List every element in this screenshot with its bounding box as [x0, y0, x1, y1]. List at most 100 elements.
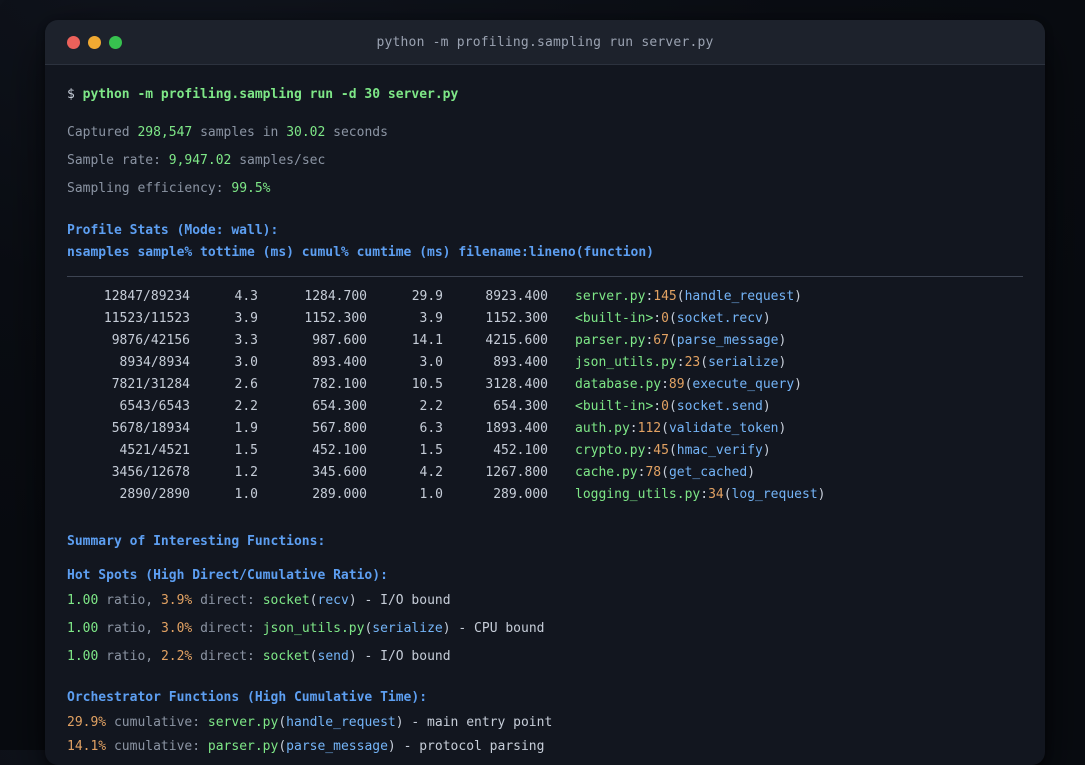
function-name: handle_request — [684, 289, 795, 304]
lparen: ( — [668, 311, 677, 326]
nsamples-cell: 3456/12678 — [111, 465, 190, 480]
nsamples-cell: 12847/89234 — [103, 289, 190, 304]
minimize-button[interactable] — [88, 35, 101, 49]
module-name: parser.py — [207, 739, 279, 754]
title-bar: python -m profiling.sampling run server.… — [45, 20, 1045, 65]
function-name: handle_request — [286, 715, 396, 730]
function-cell: <built-in>:0(socket.recv) — [575, 308, 771, 330]
filename: <built-in> — [575, 311, 654, 326]
table-row: 5678/18934 1.9 567.800 6.3 1893.400 auth.py:1… — [67, 418, 1023, 440]
cumtime-cell: 1267.800 — [485, 465, 548, 480]
bound-note: - I/O bound — [364, 649, 451, 664]
cumtime-cell: 4215.600 — [485, 333, 548, 348]
function-name: validate_token — [668, 421, 779, 436]
sample-pct-cell: 2.2 — [234, 399, 258, 414]
lineno: 0 — [661, 311, 669, 326]
cumul-pct-cell: 29.9 — [411, 289, 443, 304]
filename: logging_utils.py — [575, 487, 701, 502]
filename: <built-in> — [575, 399, 654, 414]
sample-pct-cell: 1.9 — [234, 421, 258, 436]
table-row: 9876/42156 3.3 987.600 14.1 4215.600 parser.p… — [67, 330, 1023, 352]
function-name: socket.send — [676, 399, 763, 414]
rparen: ) — [778, 355, 787, 370]
function-cell: <built-in>:0(socket.send) — [575, 396, 771, 418]
colon: : — [629, 421, 638, 436]
profile-stats-title: Profile Stats (Mode: wall): — [67, 223, 279, 238]
rparen: ) — [778, 333, 787, 348]
sample-rate-label: Sample rate: — [67, 153, 161, 168]
tottime-cell: 289.000 — [312, 487, 367, 502]
function-cell: server.py:145(handle_request) — [575, 286, 802, 308]
sample-pct-cell: 4.3 — [234, 289, 258, 304]
function-name: serialize — [372, 621, 443, 636]
lparen: ( — [668, 333, 677, 348]
function-name: parse_message — [676, 333, 779, 348]
efficiency-line: Sampling efficiency: 99.5% — [67, 180, 1023, 198]
cumtime-cell: 8923.400 — [485, 289, 548, 304]
orchestrator-note: - protocol parsing — [403, 739, 545, 754]
hot-spot-item: 1.00 ratio, 3.0% direct: json_utils.py(s… — [67, 620, 1023, 638]
cumulative-pct-value: 29.9% — [67, 715, 107, 730]
direct-label: direct: — [200, 621, 255, 636]
cumul-pct-cell: 6.3 — [419, 421, 443, 436]
sample-rate-line: Sample rate: 9,947.02 samples/sec — [67, 152, 1023, 170]
lineno: 89 — [668, 377, 685, 392]
sample-pct-cell: 1.0 — [234, 487, 258, 502]
table-row: 7821/31284 2.6 782.100 10.5 3128.400 database… — [67, 374, 1023, 396]
zoom-button[interactable] — [109, 35, 122, 49]
colon: : — [653, 311, 662, 326]
function-cell: parser.py:67(parse_message) — [575, 330, 786, 352]
filename: auth.py — [575, 421, 630, 436]
cumulative-label: cumulative: — [113, 739, 201, 754]
cumul-pct-cell: 2.2 — [419, 399, 443, 414]
module-name: socket — [262, 649, 310, 664]
cumtime-cell: 893.400 — [493, 355, 548, 370]
function-cell: database.py:89(execute_query) — [575, 374, 802, 396]
module-name: json_utils.py — [262, 621, 365, 636]
function-cell: auth.py:112(validate_token) — [575, 418, 786, 440]
tottime-cell: 567.800 — [312, 421, 367, 436]
nsamples-cell: 9876/42156 — [111, 333, 190, 348]
lparen: ( — [309, 593, 318, 608]
cumul-pct-cell: 3.9 — [419, 311, 443, 326]
function-cell: logging_utils.py:34(log_request) — [575, 484, 825, 506]
capture-duration-value: 30.02 — [286, 125, 326, 140]
sample-pct-cell: 2.6 — [234, 377, 258, 392]
function-name: recv — [317, 593, 349, 608]
hot-spot-item: 1.00 ratio, 2.2% direct: socket(send) - … — [67, 648, 1023, 666]
lparen: ( — [723, 487, 732, 502]
tottime-cell: 345.600 — [312, 465, 367, 480]
capture-samples-value: 298,547 — [137, 125, 193, 140]
close-button[interactable] — [67, 35, 80, 49]
orchestrator-note: - main entry point — [411, 715, 553, 730]
orchestrator-item: 14.1% cumulative: parser.py(parse_messag… — [67, 738, 1023, 756]
rparen: ) — [778, 421, 787, 436]
filename: cache.py — [575, 465, 638, 480]
nsamples-cell: 7821/31284 — [111, 377, 190, 392]
filename: server.py — [575, 289, 646, 304]
rparen: ) — [762, 443, 771, 458]
function-name: socket.recv — [676, 311, 763, 326]
lineno: 67 — [653, 333, 669, 348]
sample-pct-cell: 3.0 — [234, 355, 258, 370]
colon: : — [700, 487, 709, 502]
filename: parser.py — [575, 333, 646, 348]
function-name: log_request — [731, 487, 818, 502]
lparen: ( — [278, 715, 287, 730]
summary-title: Summary of Interesting Functions: — [67, 534, 326, 549]
rparen: ) — [762, 311, 771, 326]
sample-pct-cell: 3.9 — [234, 311, 258, 326]
cumulative-pct-value: 14.1% — [67, 739, 107, 754]
nsamples-cell: 5678/18934 — [111, 421, 190, 436]
rparen: ) — [794, 289, 802, 304]
lineno: 112 — [637, 421, 662, 436]
direct-label: direct: — [200, 593, 255, 608]
lparen: ( — [661, 465, 669, 480]
orchestrators-title: Orchestrator Functions (High Cumulative … — [67, 690, 428, 705]
ratio-value: 1.00 — [67, 621, 99, 636]
table-row: 11523/11523 3.9 1152.300 3.9 1152.300 <built-… — [67, 308, 1023, 330]
ratio-value: 1.00 — [67, 649, 99, 664]
function-name: parse_message — [286, 739, 388, 754]
tottime-cell: 893.400 — [312, 355, 367, 370]
nsamples-cell: 4521/4521 — [119, 443, 190, 458]
